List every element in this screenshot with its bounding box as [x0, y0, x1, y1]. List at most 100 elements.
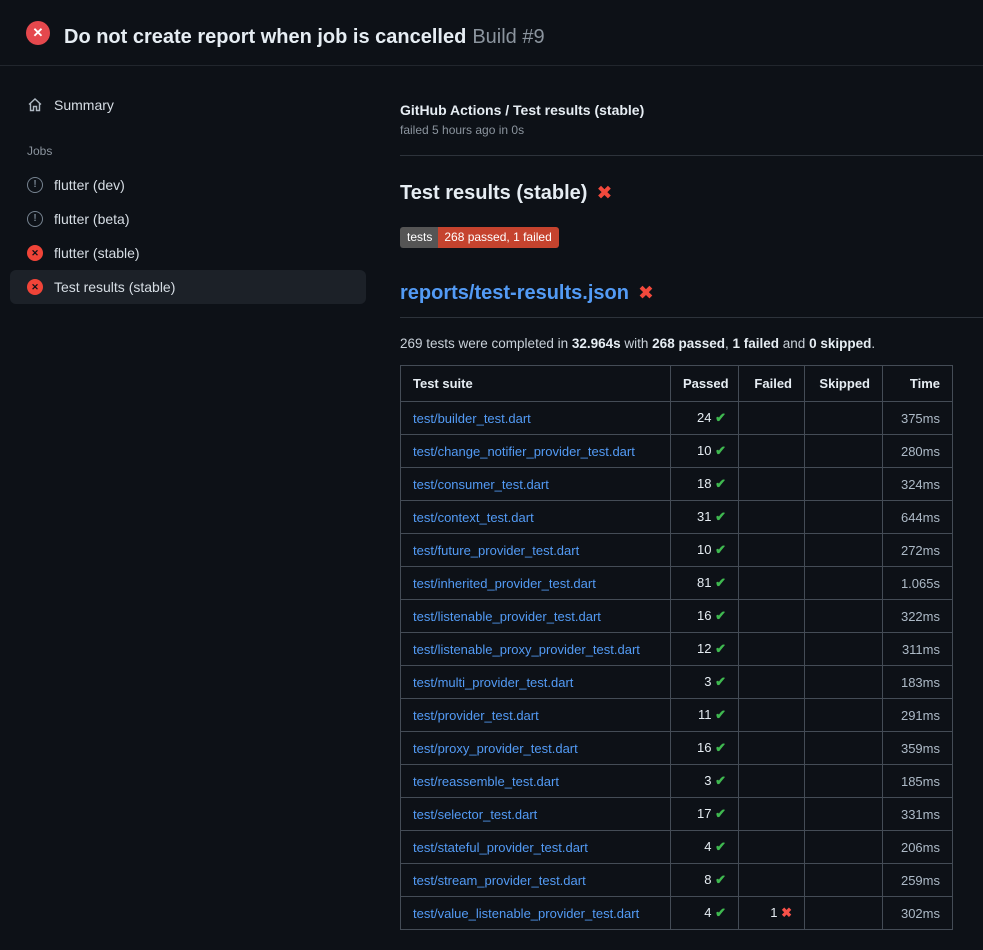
- time-cell: 272ms: [883, 534, 953, 567]
- summary-text: 269 tests were completed in: [400, 336, 572, 351]
- suite-link[interactable]: test/consumer_test.dart: [413, 477, 549, 492]
- skipped-cell: [805, 468, 883, 501]
- report-file-link[interactable]: reports/test-results.json ✖: [400, 282, 654, 305]
- passed-cell: 12 ✔: [671, 633, 739, 666]
- report-heading-wrap: reports/test-results.json ✖: [400, 282, 983, 318]
- suite-link[interactable]: test/provider_test.dart: [413, 708, 539, 723]
- suite-link[interactable]: test/context_test.dart: [413, 510, 534, 525]
- check-icon: ✔: [715, 806, 726, 821]
- suite-link[interactable]: test/change_notifier_provider_test.dart: [413, 444, 635, 459]
- sidebar: Summary Jobs ! flutter (dev) ! flutter (…: [0, 66, 380, 304]
- table-row: test/inherited_provider_test.dart81 ✔1.0…: [401, 567, 953, 600]
- sidebar-item-summary[interactable]: Summary: [10, 88, 366, 122]
- suite-cell: test/value_listenable_provider_test.dart: [401, 897, 671, 930]
- suite-link[interactable]: test/selector_test.dart: [413, 807, 537, 822]
- time-cell: 259ms: [883, 864, 953, 897]
- count-value: 24: [697, 410, 715, 425]
- table-row: test/stateful_provider_test.dart4 ✔206ms: [401, 831, 953, 864]
- cross-icon: ✖: [781, 905, 792, 920]
- count-value: 4: [704, 905, 715, 920]
- table-row: test/stream_provider_test.dart8 ✔259ms: [401, 864, 953, 897]
- page-title: Do not create report when job is cancell…: [64, 14, 545, 51]
- check-icon: ✔: [715, 443, 726, 458]
- failed-cell: [739, 567, 805, 600]
- sidebar-item-flutter-beta[interactable]: ! flutter (beta): [10, 202, 366, 236]
- check-icon: ✔: [715, 872, 726, 887]
- suite-cell: test/reassemble_test.dart: [401, 765, 671, 798]
- count-value: 12: [697, 641, 715, 656]
- time-cell: 375ms: [883, 402, 953, 435]
- suite-cell: test/builder_test.dart: [401, 402, 671, 435]
- passed-cell: 11 ✔: [671, 699, 739, 732]
- col-header-time: Time: [883, 366, 953, 402]
- failed-x-icon: ✖: [638, 282, 654, 305]
- col-header-test-suite: Test suite: [401, 366, 671, 402]
- skipped-cell: [805, 402, 883, 435]
- failed-status-icon: ✕: [27, 279, 43, 295]
- table-row: test/provider_test.dart11 ✔291ms: [401, 699, 953, 732]
- summary-text: and: [779, 336, 809, 351]
- passed-cell: 16 ✔: [671, 732, 739, 765]
- jobs-section-label: Jobs: [10, 144, 366, 158]
- count-value: 11: [698, 707, 715, 722]
- table-row: test/value_listenable_provider_test.dart…: [401, 897, 953, 930]
- suite-link[interactable]: test/proxy_provider_test.dart: [413, 741, 578, 756]
- failed-cell: [739, 699, 805, 732]
- check-icon: ✔: [715, 839, 726, 854]
- suite-link[interactable]: test/inherited_provider_test.dart: [413, 576, 596, 591]
- table-row: test/change_notifier_provider_test.dart 1…: [401, 435, 953, 468]
- col-header-failed: Failed: [739, 366, 805, 402]
- sidebar-item-flutter-stable[interactable]: ✕ flutter (stable): [10, 236, 366, 270]
- count-value: 81: [697, 575, 715, 590]
- table-row: test/listenable_provider_test.dart16 ✔32…: [401, 600, 953, 633]
- suite-link[interactable]: test/stateful_provider_test.dart: [413, 840, 588, 855]
- passed-cell: 81 ✔: [671, 567, 739, 600]
- suite-link[interactable]: test/multi_provider_test.dart: [413, 675, 573, 690]
- suite-cell: test/stream_provider_test.dart: [401, 864, 671, 897]
- time-cell: 206ms: [883, 831, 953, 864]
- suite-link[interactable]: test/listenable_proxy_provider_test.dart: [413, 642, 640, 657]
- passed-cell: 16 ✔: [671, 600, 739, 633]
- passed-cell: 18 ✔: [671, 468, 739, 501]
- suite-cell: test/proxy_provider_test.dart: [401, 732, 671, 765]
- passed-cell: 24 ✔: [671, 402, 739, 435]
- section-title: Test results (stable) ✖: [400, 182, 983, 205]
- suite-cell: test/future_provider_test.dart: [401, 534, 671, 567]
- summary-text: ,: [725, 336, 733, 351]
- passed-cell: 17 ✔: [671, 798, 739, 831]
- count-value: 10: [697, 443, 715, 458]
- suite-link[interactable]: test/future_provider_test.dart: [413, 543, 579, 558]
- time-cell: 302ms: [883, 897, 953, 930]
- check-icon: ✔: [715, 575, 726, 590]
- check-icon: ✔: [715, 542, 726, 557]
- time-cell: 280ms: [883, 435, 953, 468]
- sidebar-item-test-results-stable[interactable]: ✕ Test results (stable): [10, 270, 366, 304]
- suite-link[interactable]: test/builder_test.dart: [413, 411, 531, 426]
- failed-cell: [739, 765, 805, 798]
- col-header-passed: Passed: [671, 366, 739, 402]
- sidebar-item-label: flutter (beta): [54, 211, 129, 227]
- skipped-cell: [805, 567, 883, 600]
- col-header-skipped: Skipped: [805, 366, 883, 402]
- failed-cell: [739, 600, 805, 633]
- suite-link[interactable]: test/value_listenable_provider_test.dart: [413, 906, 639, 921]
- skipped-cell: [805, 534, 883, 567]
- run-meta: failed 5 hours ago in 0s: [400, 123, 983, 137]
- suite-link[interactable]: test/stream_provider_test.dart: [413, 873, 586, 888]
- check-icon: ✔: [715, 740, 726, 755]
- failed-cell: [739, 732, 805, 765]
- badge-label: tests: [400, 227, 438, 248]
- suite-link[interactable]: test/reassemble_test.dart: [413, 774, 559, 789]
- suite-link[interactable]: test/listenable_provider_test.dart: [413, 609, 601, 624]
- count-value: 16: [697, 740, 715, 755]
- report-file-name: reports/test-results.json: [400, 282, 629, 305]
- count-value: 16: [697, 608, 715, 623]
- skipped-cell: [805, 897, 883, 930]
- failed-cell: [739, 633, 805, 666]
- check-icon: ✔: [715, 608, 726, 623]
- layout: Summary Jobs ! flutter (dev) ! flutter (…: [0, 66, 983, 930]
- time-cell: 324ms: [883, 468, 953, 501]
- table-row: test/consumer_test.dart 18 ✔ 324ms: [401, 468, 953, 501]
- time-cell: 644ms: [883, 501, 953, 534]
- sidebar-item-flutter-dev[interactable]: ! flutter (dev): [10, 168, 366, 202]
